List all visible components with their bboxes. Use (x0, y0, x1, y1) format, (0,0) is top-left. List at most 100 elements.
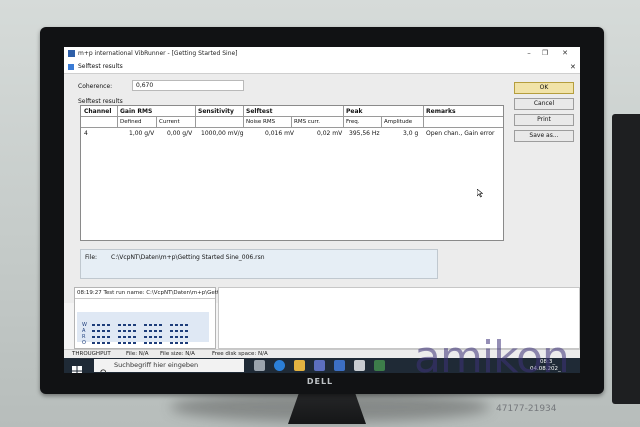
matrix-label-o: O (82, 340, 86, 346)
matrix-dot (102, 342, 105, 344)
matrix-dot (185, 330, 188, 332)
matrix-dot (170, 330, 173, 332)
file-info-box: File: C:\VcpNT\Daten\m+p\Getting Started… (80, 249, 438, 279)
screen: m+p international VibRunner - [Getting S… (64, 47, 580, 373)
header-selftest: Selftest (246, 108, 273, 115)
windows-start-icon[interactable] (72, 361, 82, 373)
matrix-dot (185, 342, 188, 344)
matrix-dot (154, 330, 157, 332)
matrix-dot (149, 342, 152, 344)
matrix-dot (97, 324, 100, 326)
matrix-dot (133, 336, 136, 338)
matrix-dot (123, 330, 126, 332)
maximize-button[interactable]: ❐ (538, 48, 552, 59)
matrix-dot (180, 330, 183, 332)
matrix-dot (144, 342, 147, 344)
matrix-dot (144, 336, 147, 338)
matrix-dot (107, 342, 110, 344)
edge-browser-icon[interactable] (274, 360, 285, 371)
task-view-icon[interactable] (254, 360, 265, 371)
subheader-freq: Freq. (346, 119, 360, 125)
search-placeholder: Suchbegriff hier eingeben (114, 361, 199, 369)
cell-remarks: Open chan., Gain error (426, 130, 495, 137)
cell-sensitivity: 1000,00 mV/g (201, 130, 244, 137)
coherence-label: Coherence: (78, 83, 113, 90)
matrix-dot (170, 336, 173, 338)
watermark-id: 47177-21934 (496, 404, 557, 414)
col-divider (243, 106, 244, 127)
subheader-rms-curr: RMS curr. (294, 119, 320, 125)
matrix-dot (123, 342, 126, 344)
matrix-dot (97, 336, 100, 338)
dialog-close-button[interactable]: ✕ (570, 62, 576, 72)
matrix-dot (133, 330, 136, 332)
app-title: m+p international VibRunner - [Getting S… (78, 50, 238, 57)
header-gain-rms: Gain RMS (120, 108, 153, 115)
subheader-divider (81, 127, 503, 128)
cell-amplitude: 3,0 g (403, 130, 419, 137)
app-pinned-icon[interactable] (354, 360, 365, 371)
dialog-icon (68, 64, 74, 70)
matrix-dot (149, 330, 152, 332)
file-explorer-icon[interactable] (294, 360, 305, 371)
matrix-dot (128, 342, 131, 344)
matrix-dot (144, 330, 147, 332)
file-label: File: (85, 254, 98, 261)
matrix-dot (102, 330, 105, 332)
matrix-dot (180, 336, 183, 338)
col-divider (291, 117, 292, 127)
matrix-dot (97, 330, 100, 332)
minimize-button[interactable]: – (522, 48, 536, 59)
coherence-field[interactable]: 0,670 (132, 80, 244, 91)
col-divider (343, 106, 344, 127)
cell-freq: 395,56 Hz (349, 130, 380, 137)
col-divider (156, 117, 157, 127)
matrix-dot (144, 324, 147, 326)
subheader-defined: Defined (120, 119, 142, 125)
status-free-disk: Free disk space: N/A (212, 351, 268, 357)
col-divider (195, 106, 196, 127)
matrix-dot (123, 324, 126, 326)
matrix-dot (102, 336, 105, 338)
close-app-button[interactable]: ✕ (558, 48, 572, 59)
print-button[interactable]: Print (514, 114, 574, 126)
store-icon[interactable] (314, 360, 325, 371)
matrix-dot (185, 336, 188, 338)
status-file: File: N/A (126, 351, 149, 357)
matrix-dot (92, 336, 95, 338)
matrix-dot (159, 330, 162, 332)
header-sensitivity: Sensitivity (198, 108, 234, 115)
results-table: Channel Gain RMS Sensitivity Selftest Pe… (80, 105, 504, 241)
dialog-titlebar: Selftest results ✕ (64, 61, 580, 74)
matrix-dot (92, 330, 95, 332)
save-as-button[interactable]: Save as... (514, 130, 574, 142)
subheader-noise-rms: Noise RMS (246, 119, 276, 125)
matrix-dot (128, 330, 131, 332)
header-channel: Channel (84, 108, 112, 115)
matrix-dot (185, 324, 188, 326)
matrix-dot (133, 342, 136, 344)
matrix-dot (175, 342, 178, 344)
ok-button[interactable]: OK (514, 82, 574, 94)
mouse-cursor-icon (476, 183, 484, 198)
col-divider (381, 117, 382, 127)
subheader-current: Current (159, 119, 180, 125)
matrix-dot (118, 324, 121, 326)
selftest-dialog: Selftest results ✕ Coherence: 0,670 Self… (64, 61, 580, 303)
watermark-logo: amikon (414, 332, 570, 383)
col-divider (423, 106, 424, 127)
cancel-button[interactable]: Cancel (514, 98, 574, 110)
matrix-dot (170, 324, 173, 326)
taskbar-search-box[interactable]: Suchbegriff hier eingeben (94, 359, 244, 373)
dialog-title: Selftest results (78, 63, 123, 70)
mail-icon[interactable] (334, 360, 345, 371)
matrix-dot (128, 336, 131, 338)
matrix-dot (107, 324, 110, 326)
matrix-dot (175, 336, 178, 338)
vibrunner-taskbar-icon[interactable] (374, 360, 385, 371)
matrix-dot (107, 330, 110, 332)
log-divider (75, 298, 215, 299)
col-divider (117, 106, 118, 127)
matrix-dot (159, 324, 162, 326)
table-row[interactable]: 4 1,00 g/V 0,00 g/V 1000,00 mV/g 0,016 m… (81, 129, 503, 139)
